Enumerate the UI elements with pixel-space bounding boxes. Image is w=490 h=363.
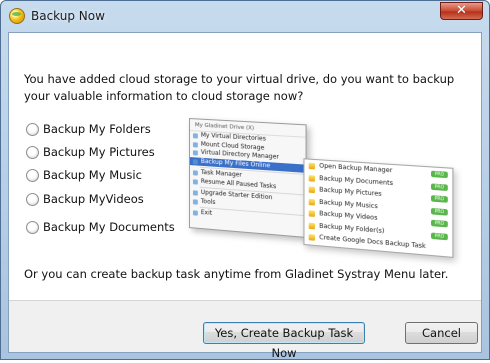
backup-my-documents-option[interactable]: Backup My Documents [26, 219, 175, 235]
pro-badge: PRO [430, 195, 448, 203]
folder-icon [308, 174, 315, 182]
folder-icon [308, 210, 315, 217]
close-button[interactable]: ✕ [440, 2, 483, 20]
option-label: Backup My Folders [43, 122, 151, 136]
window-title: Backup Now [31, 9, 105, 23]
gladinet-app-icon [9, 8, 25, 24]
folder-icon [308, 222, 315, 229]
systray-hint-text: Or you can create backup task anytime fr… [24, 267, 449, 281]
backup-prompt-text: You have added cloud storage to your vir… [24, 72, 455, 103]
option-label: Backup My Documents [43, 220, 175, 234]
systray-context-menu: My Gladinet Drive (X) My Virtual Directo… [189, 118, 307, 238]
title-bar: Backup Now ✕ [1, 1, 489, 31]
backup-my-music-option[interactable]: Backup My Music [26, 167, 142, 183]
backup-now-dialog: Backup Now ✕ You have added cloud storag… [0, 0, 490, 360]
backup-my-folders-option[interactable]: Backup My Folders [26, 121, 151, 137]
backup-my-videos-option[interactable]: Backup MyVideos [26, 191, 144, 207]
pro-badge: PRO [430, 231, 448, 240]
folder-icon [308, 162, 315, 170]
document-icon [308, 234, 315, 241]
create-backup-task-button[interactable]: Yes, Create Backup Task Now [203, 322, 365, 360]
systray-menu-illustration: My Gladinet Drive (X) My Virtual Directo… [189, 118, 457, 264]
pro-badge: PRO [430, 207, 448, 216]
option-label: Backup My Music [43, 168, 142, 182]
radio-button[interactable] [26, 192, 39, 206]
radio-button[interactable] [26, 122, 39, 136]
backup-submenu: Open Backup Manager PRO Backup My Docume… [303, 158, 454, 258]
radio-button[interactable] [26, 168, 39, 182]
folder-icon [308, 198, 315, 206]
backup-my-pictures-option[interactable]: Backup My Pictures [26, 144, 155, 160]
pro-badge: PRO [430, 182, 448, 191]
option-label: Backup MyVideos [43, 192, 144, 206]
radio-button[interactable] [26, 220, 39, 234]
option-label: Backup My Pictures [43, 145, 155, 159]
folder-icon [308, 186, 315, 194]
button-bar: Yes, Create Backup Task Now Cancel [9, 301, 481, 360]
pro-badge: PRO [430, 170, 448, 179]
dialog-content: You have added cloud storage to your vir… [8, 32, 482, 360]
radio-button[interactable] [26, 145, 39, 159]
pro-badge: PRO [430, 219, 448, 228]
cancel-button[interactable]: Cancel [405, 322, 478, 344]
